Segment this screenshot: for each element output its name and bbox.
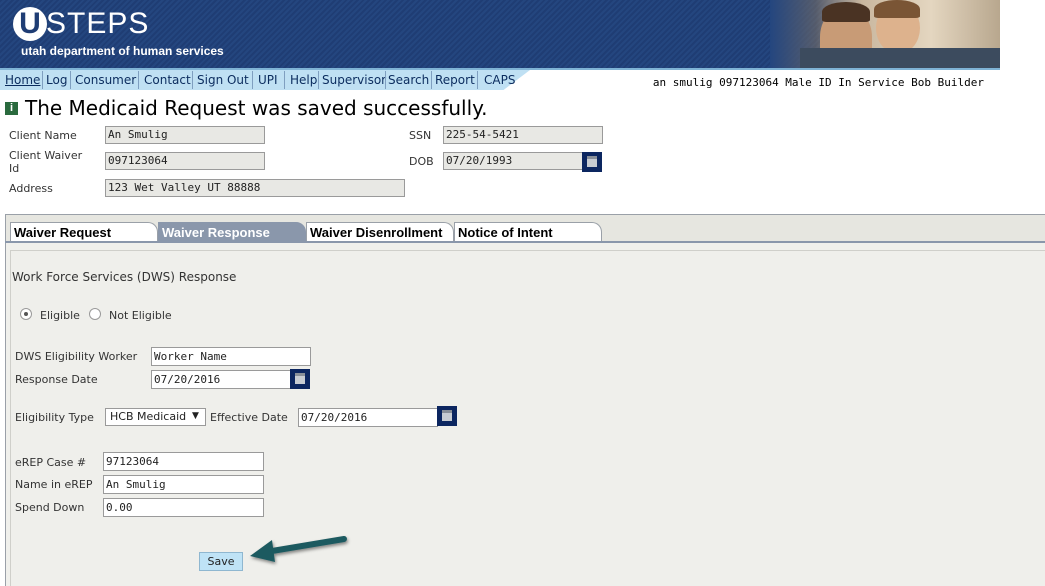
nav-item-help[interactable]: Help	[290, 72, 317, 88]
client-name-field: An Smulig	[105, 126, 265, 144]
logo-text: STEPS	[46, 7, 150, 40]
nav-item-consumer[interactable]: Consumer	[75, 72, 136, 88]
spend-down-input[interactable]: 0.00	[103, 498, 264, 517]
save-button[interactable]: Save	[199, 552, 243, 571]
nav-separator	[284, 71, 285, 89]
eligibility-type-label: Eligibility Type	[15, 411, 94, 424]
nav-item-log[interactable]: Log	[46, 72, 67, 88]
tab-notice-of-intent[interactable]: Notice of Intent	[454, 222, 602, 241]
nav-item-report[interactable]: Report	[435, 72, 475, 88]
nav-separator	[252, 71, 253, 89]
dob-label: DOB	[409, 155, 434, 168]
eligibility-type-select[interactable]: HCB Medicaid	[105, 408, 206, 426]
erep-case-label: eREP Case #	[15, 456, 87, 469]
header-photo-clothing	[800, 48, 1000, 68]
response-date-input[interactable]: 07/20/2016	[151, 370, 291, 389]
not-eligible-radio[interactable]	[89, 308, 101, 320]
section-title: Work Force Services (DWS) Response	[12, 270, 237, 284]
chevron-down-icon[interactable]: ▼	[192, 411, 199, 421]
nav-item-home[interactable]: Home	[5, 72, 40, 88]
nav-separator	[70, 71, 71, 89]
client-waiver-id-field: 097123064	[105, 152, 265, 170]
worker-input[interactable]: Worker Name	[151, 347, 311, 366]
logo-subtitle: utah department of human services	[21, 44, 224, 58]
eligible-label: Eligible	[40, 309, 80, 322]
ssn-label: SSN	[409, 129, 432, 142]
client-waiver-label: Client Waiver	[9, 149, 83, 162]
user-status: an smulig 097123064 Male ID In Service B…	[652, 76, 984, 89]
name-in-erep-input[interactable]: An Smulig	[103, 475, 264, 494]
header-photo-child-hair	[874, 0, 920, 18]
not-eligible-label: Not Eligible	[109, 309, 172, 322]
response-date-calendar-icon[interactable]	[290, 369, 310, 389]
ssn-field: 225-54-5421	[443, 126, 603, 144]
tab-waiver-request[interactable]: Waiver Request	[10, 222, 158, 241]
client-waiver-label-line2: Id	[9, 162, 20, 175]
success-message: The Medicaid Request was saved successfu…	[25, 96, 488, 120]
nav-item-contact[interactable]: Contact	[144, 72, 191, 88]
dob-field: 07/20/1993	[443, 152, 583, 170]
info-icon: i	[5, 102, 18, 115]
name-in-erep-label: Name in eREP	[15, 478, 93, 491]
nav-separator	[477, 71, 478, 89]
worker-label: DWS Eligibility Worker	[15, 350, 138, 363]
nav-separator	[431, 71, 432, 89]
nav-item-upi[interactable]: UPI	[258, 72, 278, 88]
nav-separator	[385, 71, 386, 89]
spend-down-label: Spend Down	[15, 501, 85, 514]
nav-item-supervisor[interactable]: Supervisor	[322, 72, 386, 88]
response-date-label: Response Date	[15, 373, 98, 386]
dob-calendar-icon[interactable]	[582, 152, 602, 172]
annotation-arrow-icon	[250, 536, 347, 562]
header-photo-parent-hair	[822, 2, 870, 22]
effective-date-calendar-icon[interactable]	[437, 406, 457, 426]
nav-separator	[192, 71, 193, 89]
effective-date-input[interactable]: 07/20/2016	[298, 408, 438, 427]
eligibility-type-value: HCB Medicaid	[110, 410, 187, 423]
eligible-radio[interactable]	[20, 308, 32, 320]
nav-item-search[interactable]: Search	[388, 72, 429, 88]
address-label: Address	[9, 182, 53, 195]
client-name-label: Client Name	[9, 129, 77, 142]
nav-item-sign-out[interactable]: Sign Out	[197, 72, 249, 88]
nav-separator	[318, 71, 319, 89]
tab-waiver-disenrollment[interactable]: Waiver Disenrollment	[306, 222, 454, 241]
nav-item-caps[interactable]: CAPS	[484, 72, 515, 88]
tab-waiver-response[interactable]: Waiver Response	[158, 222, 306, 241]
erep-case-input[interactable]: 97123064	[103, 452, 264, 471]
address-field: 123 Wet Valley UT 88888	[105, 179, 405, 197]
nav-separator	[138, 71, 139, 89]
logo-letter: U	[19, 7, 41, 40]
effective-date-label: Effective Date	[210, 411, 288, 424]
nav-separator	[42, 71, 43, 89]
